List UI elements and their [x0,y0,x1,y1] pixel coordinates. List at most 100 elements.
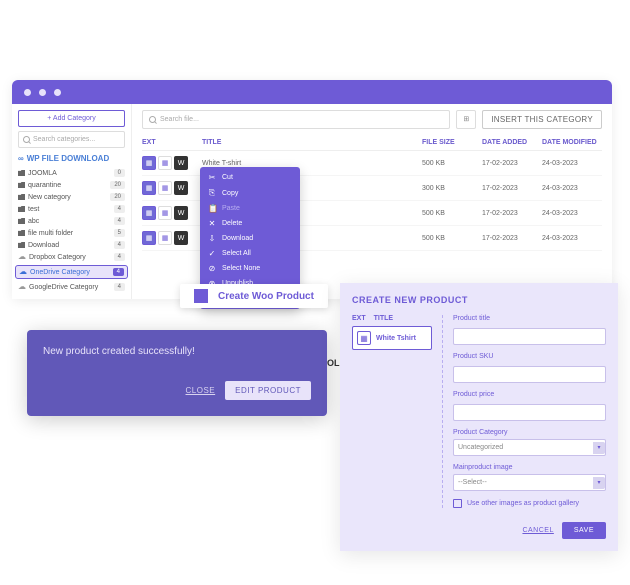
toast-message: New product created successfully! [43,346,311,357]
category-name: quarantine [28,182,61,189]
sidebar-category-item[interactable]: ☁GoogleDrive Category4 [18,281,125,293]
row-modified: 24-03-2023 [542,210,602,217]
search-icon [23,136,30,143]
row-modified: 24-03-2023 [542,185,602,192]
folder-icon [18,218,25,224]
category-name: OneDrive Category [30,269,90,276]
category-count-badge: 4 [114,205,125,213]
category-name: abc [28,218,39,225]
sidebar-category-item[interactable]: JOOMLA 0 [18,167,125,179]
delete-icon: ✕ [208,219,216,228]
context-menu-label: Delete [222,220,242,227]
cancel-button[interactable]: CANCEL [522,527,553,534]
ext-badge: ▦ [158,231,172,245]
ext-badge: W [174,156,188,170]
sidebar-category-item[interactable]: ☁OneDrive Category4 [15,265,128,279]
insert-category-button[interactable]: INSERT THIS CATEGORY [482,110,602,129]
folder-icon [18,230,25,236]
cloud-icon: ☁ [18,283,26,291]
link-icon: ∞ [18,154,24,163]
ext-badge: ▦ [142,206,156,220]
gallery-checkbox-row[interactable]: Use other images as product gallery [453,499,606,508]
context-menu-label: Cut [222,174,233,181]
row-added: 17-02-2023 [482,185,542,192]
col-ext[interactable]: EXT [142,139,202,146]
category-name: JOOMLA [28,170,57,177]
sidebar-category-item[interactable]: Download4 [18,239,125,251]
search-categories-input[interactable]: Search categories... [18,131,125,148]
toast-close-button[interactable]: CLOSE [186,386,216,395]
success-toast: New product created successfully! CLOSE … [27,330,327,416]
checkbox-icon [453,499,462,508]
app-title: ∞WP FILE DOWNLOAD [18,154,125,163]
context-menu-item[interactable]: ⎘ Copy [200,185,300,201]
window-dot[interactable] [39,89,46,96]
file-icon: ▦ [357,331,371,345]
row-title: White T-shirt [202,160,422,167]
folder-icon [18,206,25,212]
col-title[interactable]: TITLE [202,139,422,146]
add-category-button[interactable]: + Add Category [18,110,125,127]
context-menu-label: Copy [222,190,238,197]
sidebar-category-item[interactable]: ☁Dropbox Category4 [18,251,125,263]
ext-badge: ▦ [158,206,172,220]
category-name: New category [28,194,71,201]
main-image-select[interactable]: --Select--▾ [453,474,606,491]
context-menu-label: Paste [222,205,240,212]
category-count-badge: 20 [110,181,125,189]
context-menu-item: 📋 Paste [200,201,300,216]
copy-icon: ⎘ [208,188,216,198]
search-file-input[interactable]: Search file... [142,110,450,129]
paste-icon: 📋 [208,204,216,213]
row-modified: 24-03-2023 [542,235,602,242]
col-size[interactable]: FILE SIZE [422,139,482,146]
sidebar-category-item[interactable]: file multi folder5 [18,227,125,239]
ext-badge: ▦ [158,156,172,170]
selected-file[interactable]: ▦ White Tshirt [352,326,432,350]
ext-badge: ▦ [142,156,156,170]
category-count-badge: 0 [114,169,125,177]
category-count-badge: 4 [114,253,125,261]
category-name: GoogleDrive Category [29,284,98,291]
ext-badge: W [174,181,188,195]
row-size: 500 KB [422,160,482,167]
create-woo-product-button[interactable]: Create Woo Product [180,284,328,308]
folder-icon [18,170,25,176]
row-modified: 24-03-2023 [542,160,602,167]
context-menu-item[interactable]: ✕ Delete [200,216,300,231]
row-added: 17-02-2023 [482,235,542,242]
modal-title: CREATE NEW PRODUCT [352,295,606,305]
toast-edit-button[interactable]: EDIT PRODUCT [225,381,311,400]
sidebar-category-item[interactable]: New category20 [18,191,125,203]
sidebar: + Add Category Search categories... ∞WP … [12,104,132,299]
context-menu-label: Select None [222,265,260,272]
product-sku-label: Product SKU [453,353,606,360]
ext-badge: ▦ [142,181,156,195]
cut-icon: ✂ [208,173,216,182]
category-name: Download [28,242,59,249]
context-menu-item[interactable]: ⇩Download [200,231,300,246]
window-dot[interactable] [54,89,61,96]
main-image-label: Mainproduct image [453,464,606,471]
context-menu-item[interactable]: ✂ Cut [200,170,300,185]
product-price-input[interactable] [453,404,606,421]
sidebar-category-item[interactable]: quarantine 20 [18,179,125,191]
category-name: file multi folder [28,230,73,237]
product-category-select[interactable]: Uncategorized▾ [453,439,606,456]
category-name: Dropbox Category [29,254,86,261]
title-bar [12,80,612,104]
save-button[interactable]: SAVE [562,522,606,539]
sidebar-category-item[interactable]: test4 [18,203,125,215]
grid-view-button[interactable]: ⊞ [456,110,476,129]
product-title-input[interactable] [453,328,606,345]
col-added[interactable]: DATE ADDED [482,139,542,146]
product-sku-input[interactable] [453,366,606,383]
col-modified[interactable]: DATE MODIFIED [542,139,602,146]
context-menu-item[interactable]: ⊘Select None [200,261,300,276]
sidebar-category-item[interactable]: abc4 [18,215,125,227]
folder-icon [18,194,25,200]
ext-badge: W [174,231,188,245]
row-added: 17-02-2023 [482,160,542,167]
window-dot[interactable] [24,89,31,96]
context-menu-item[interactable]: ✓Select All [200,246,300,261]
